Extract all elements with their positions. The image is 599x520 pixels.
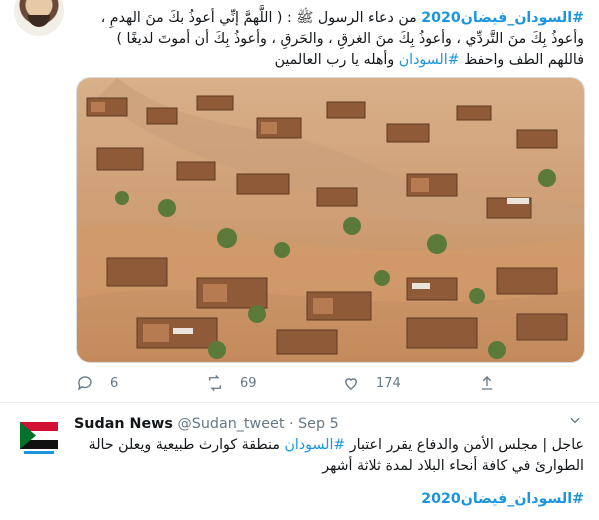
heart-icon — [345, 378, 357, 390]
handle[interactable]: @Sudan_tweet — [177, 416, 284, 432]
tweet-text: عاجل | مجلس الأمن والدفاع يقرر اعتبار #ا… — [88, 435, 584, 477]
tweet-text-line-1: #السودان_فيضان2020 من دعاء الرسول ﷺ : ( … — [100, 10, 584, 26]
display-name[interactable]: Sudan News — [74, 416, 173, 432]
tweet-text-line-1: عاجل | مجلس الأمن والدفاع يقرر اعتبار #ا… — [88, 437, 584, 453]
chevron-down-icon[interactable] — [568, 413, 582, 427]
tweet-actions: 6 69 174 — [76, 372, 496, 394]
tweet-hashtag-line: #السودان_فيضان2020 — [92, 491, 584, 507]
tweet-date[interactable]: Sep 5 — [298, 416, 339, 432]
tweet-text: #السودان_فيضان2020 من دعاء الرسول ﷺ : ( … — [92, 8, 584, 71]
tweet-text-line-2: وأعوذُ بِكَ منَ التَّردِّي ، وأعوذُ بِكَ… — [116, 31, 585, 47]
tweet-text-line-3: فاللهم الطف واحفظ #السودان وأهله يا رب ا… — [274, 52, 584, 68]
tweet-header: Sudan News @Sudan_tweet · Sep 5 — [74, 416, 339, 432]
separator: · — [288, 416, 294, 432]
hashtag-link[interactable]: #السودان_فيضان2020 — [421, 10, 584, 26]
like-count: 174 — [376, 375, 401, 391]
reply-icon — [77, 376, 92, 391]
tweet-flood-prayer[interactable]: #السودان_فيضان2020 من دعاء الرسول ﷺ : ( … — [0, 0, 599, 403]
flooded-village-image — [77, 78, 584, 362]
tweet-sudan-news[interactable]: Sudan News @Sudan_tweet · Sep 5 عاجل | م… — [0, 403, 599, 520]
reply-count: 6 — [110, 375, 119, 391]
share-button[interactable] — [478, 372, 512, 394]
hashtag-link[interactable]: #السودان — [399, 52, 460, 68]
retweet-icon — [209, 375, 221, 391]
sudan-flag-logo — [14, 410, 64, 460]
user-avatar[interactable] — [14, 0, 64, 36]
retweet-count: 69 — [240, 375, 257, 391]
hashtag-link[interactable]: #السودان — [284, 437, 345, 453]
reply-button[interactable]: 6 — [76, 372, 118, 394]
like-button[interactable]: 174 — [342, 372, 401, 394]
tweet-text-line-2: الطوارئ في كافة أنحاء البلاد لمدة ثلاثة … — [322, 458, 584, 474]
share-icon — [481, 376, 493, 390]
hashtag-link[interactable]: #السودان_فيضان2020 — [421, 491, 584, 507]
sudan-news-avatar[interactable] — [14, 410, 64, 460]
retweet-button[interactable]: 69 — [206, 372, 257, 394]
flood-photo[interactable] — [76, 77, 585, 363]
